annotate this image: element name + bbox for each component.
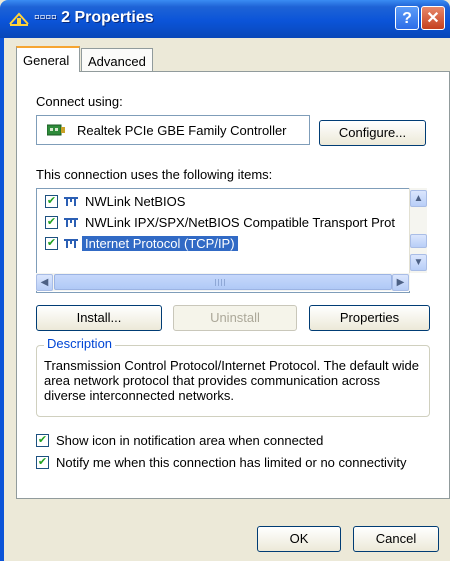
protocol-icon	[64, 218, 78, 227]
description-title: Description	[44, 336, 116, 351]
list-item[interactable]: ✔ NWLink NetBIOS	[45, 192, 405, 212]
items-label: This connection uses the following items…	[36, 167, 273, 182]
item-label: NWLink NetBIOS	[85, 194, 186, 209]
item-checkbox[interactable]: ✔	[45, 237, 58, 250]
scroll-thumb[interactable]	[54, 274, 392, 290]
list-item[interactable]: ✔ NWLink IPX/SPX/NetBIOS Compatible Tran…	[45, 213, 405, 233]
item-label: NWLink IPX/SPX/NetBIOS Compatible Transp…	[85, 215, 395, 230]
properties-button[interactable]: Properties	[309, 305, 430, 331]
protocol-icon	[64, 239, 78, 248]
window-title: ▫▫▫▫ 2 Properties	[34, 9, 154, 26]
notify-label: Notify me when this connection has limit…	[56, 455, 407, 470]
item-label: Internet Protocol (TCP/IP)	[82, 236, 238, 251]
adapter-name: Realtek PCIe GBE Family Controller	[77, 123, 287, 138]
notify-option[interactable]: ✔ Notify me when this connection has lim…	[36, 454, 436, 472]
notify-checkbox[interactable]: ✔	[36, 456, 49, 469]
list-item-selected[interactable]: ✔ Internet Protocol (TCP/IP)	[45, 234, 405, 254]
cancel-button[interactable]: Cancel	[353, 526, 439, 552]
description-text: Transmission Control Protocol/Internet P…	[44, 358, 420, 403]
scroll-right-icon[interactable]: ▶	[392, 274, 409, 291]
item-checkbox[interactable]: ✔	[45, 195, 58, 208]
network-card-icon	[47, 124, 65, 136]
grip-icon	[215, 279, 227, 286]
properties-dialog: ▫▫▫▫ 2 Properties ? ✕ General Advanced C…	[0, 0, 450, 561]
scroll-down-icon[interactable]: ▼	[410, 254, 427, 271]
show-icon-option[interactable]: ✔ Show icon in notification area when co…	[36, 432, 436, 450]
network-connection-icon	[9, 12, 29, 26]
title-bar[interactable]: ▫▫▫▫ 2 Properties ? ✕	[0, 0, 450, 38]
item-checkbox[interactable]: ✔	[45, 216, 58, 229]
ok-button[interactable]: OK	[257, 526, 341, 552]
scroll-thumb[interactable]	[410, 234, 427, 248]
show-icon-checkbox[interactable]: ✔	[36, 434, 49, 447]
install-button[interactable]: Install...	[36, 305, 162, 331]
scroll-left-icon[interactable]: ◀	[36, 274, 53, 291]
horizontal-scrollbar[interactable]: ◀ ▶	[36, 273, 410, 291]
tab-advanced[interactable]: Advanced	[81, 48, 153, 72]
window-frame	[0, 38, 4, 561]
tab-general[interactable]: General	[16, 46, 80, 72]
scroll-up-icon[interactable]: ▲	[410, 190, 427, 207]
close-button[interactable]: ✕	[421, 6, 445, 30]
uninstall-button[interactable]: Uninstall	[173, 305, 297, 331]
configure-button[interactable]: Configure...	[319, 120, 426, 146]
connect-using-label: Connect using:	[36, 94, 123, 109]
vertical-scrollbar[interactable]: ▲ ▼	[409, 188, 427, 273]
protocol-icon	[64, 197, 78, 206]
help-button[interactable]: ?	[395, 6, 419, 30]
adapter-field: Realtek PCIe GBE Family Controller	[36, 115, 310, 145]
show-icon-label: Show icon in notification area when conn…	[56, 433, 324, 448]
